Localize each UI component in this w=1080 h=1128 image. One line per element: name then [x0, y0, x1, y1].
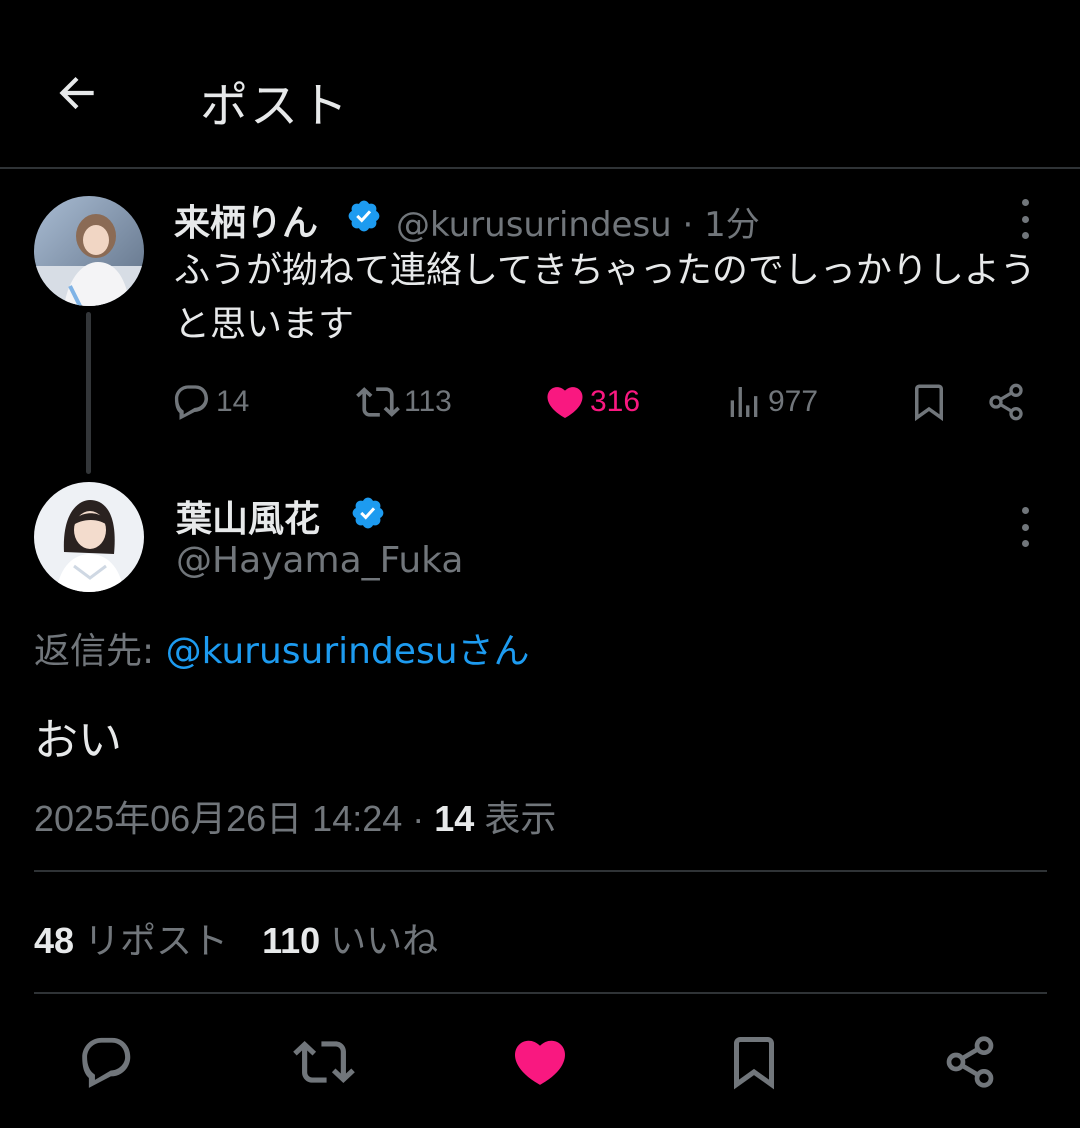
reply-icon	[82, 1037, 131, 1088]
share-icon	[989, 383, 1023, 421]
like-label: いいね	[320, 920, 439, 961]
divider	[34, 870, 1047, 872]
reply-icon	[174, 385, 209, 420]
reply-to-label: 返信先:	[34, 631, 155, 672]
repost-label: リポスト	[74, 920, 229, 961]
repost-stat[interactable]: 48 リポスト	[34, 920, 228, 961]
like-icon	[514, 1040, 566, 1085]
reply-to-mention[interactable]: @kurusurindesuさん	[166, 631, 530, 672]
bookmark-button[interactable]	[908, 380, 950, 424]
divider	[34, 992, 1047, 994]
views-button[interactable]: 977	[724, 380, 818, 424]
views-count: 977	[768, 385, 819, 418]
repost-count: 48	[34, 920, 75, 961]
post-text: おい	[34, 715, 122, 766]
like-count: 110	[262, 920, 321, 961]
reply-button[interactable]	[75, 1030, 139, 1094]
bookmark-icon	[915, 384, 943, 422]
bookmark-button[interactable]	[722, 1030, 786, 1094]
repost-icon	[356, 387, 400, 417]
bookmark-icon	[734, 1037, 774, 1090]
handle-text: @kurusurindesu	[396, 205, 672, 245]
views-icon	[730, 387, 758, 417]
like-icon	[547, 387, 583, 419]
repost-icon	[293, 1041, 355, 1083]
avatar-kurusu[interactable]	[34, 196, 144, 306]
more-button[interactable]	[1013, 199, 1037, 239]
post-time: · 1分	[682, 205, 760, 245]
post-meta: 2025年06月26日 14:24 · 14 表示	[34, 790, 556, 842]
repost-count: 113	[404, 385, 452, 418]
verified-icon	[348, 200, 380, 232]
engagement-stats: 48 リポスト 110 いいね	[34, 912, 438, 964]
view-label: 表示	[474, 798, 557, 839]
post-text: ふうが拗ねて連絡してきちゃったのでしっかりしようと思います	[174, 250, 1036, 345]
verified-icon	[352, 497, 384, 529]
share-button[interactable]	[938, 1030, 1002, 1094]
author-handle: @Hayama_Fuka	[176, 540, 464, 581]
like-button[interactable]: 316	[544, 380, 640, 424]
post-timestamp: 2025年06月26日 14:24 ·	[34, 798, 435, 839]
author-name[interactable]: 来栖りん	[174, 194, 318, 246]
avatar-hayama[interactable]	[34, 482, 144, 592]
reply-count: 14	[216, 385, 250, 418]
share-button[interactable]	[986, 380, 1026, 424]
like-count: 316	[590, 385, 641, 418]
share-icon	[946, 1036, 994, 1088]
back-button[interactable]	[46, 62, 108, 124]
view-count: 14	[434, 798, 475, 839]
thread-line	[86, 312, 91, 474]
author-name[interactable]: 葉山風花	[176, 490, 320, 542]
top-bar: ポスト	[0, 0, 1080, 169]
repost-button[interactable]	[292, 1030, 356, 1094]
back-arrow-icon	[59, 76, 94, 110]
reply-to-line: 返信先: @kurusurindesuさん	[34, 622, 530, 674]
like-button[interactable]	[508, 1030, 572, 1094]
reply-button[interactable]: 14	[172, 380, 249, 424]
repost-button[interactable]: 113	[356, 380, 452, 424]
more-button[interactable]	[1013, 507, 1037, 547]
page-title: ポスト	[200, 78, 351, 134]
author-handle: @kurusurindesu · 1分	[396, 197, 760, 246]
like-stat[interactable]: 110 いいね	[262, 920, 438, 961]
